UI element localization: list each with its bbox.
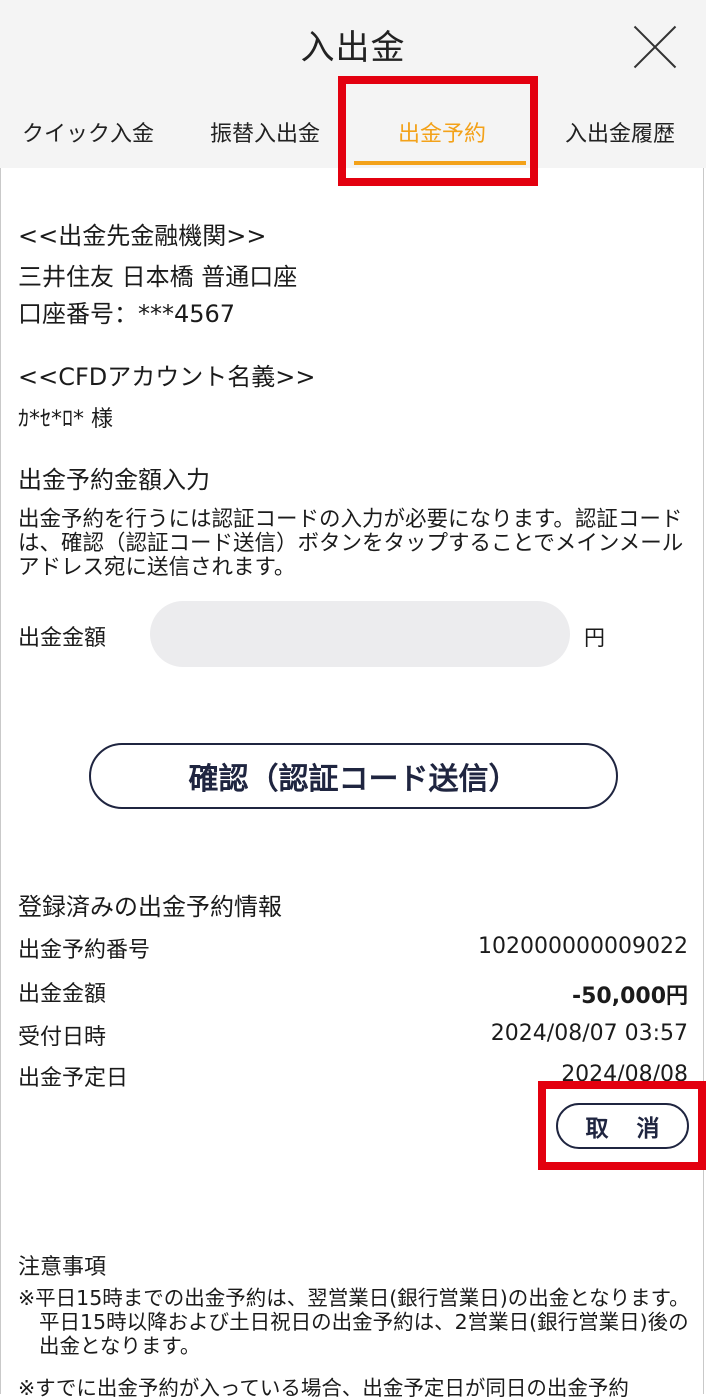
highlight-box-cancel — [538, 1081, 706, 1170]
withdraw-amount-value: -50,000円 — [571, 984, 688, 1009]
confirm-send-code-button[interactable]: 確認（認証コード送信） — [89, 743, 618, 809]
note-item: ※平日15時までの出金予約は、翌営業日(銀行営業日)の出金となります。平日15時… — [18, 1286, 690, 1358]
yen-unit: 円 — [584, 626, 605, 650]
bank-heading: <<出金先金融機関>> — [18, 222, 267, 250]
bank-account-number: 口座番号：***4567 — [18, 300, 236, 328]
received-datetime-label: 受付日時 — [18, 1025, 107, 1050]
received-datetime-value: 2024/08/07 03:57 — [490, 1021, 688, 1046]
amount-input[interactable] — [150, 601, 570, 667]
scheduled-date-label: 出金予定日 — [18, 1066, 129, 1091]
highlight-box-tab — [338, 76, 538, 186]
tab-quick-deposit[interactable]: クイック入金 — [22, 116, 154, 148]
bank-name: 三井住友 日本橋 普通口座 — [18, 263, 298, 291]
page-title: 入出金 — [300, 28, 406, 68]
tab-history[interactable]: 入出金履歴 — [565, 116, 675, 148]
page-frame — [0, 0, 704, 1394]
reservation-number-value: 102000000009022 — [478, 934, 688, 959]
auth-code-description: 出金予約を行うには認証コードの入力が必要になります。認証コードは、確認（認証コー… — [18, 507, 684, 580]
amount-label: 出金金額 — [18, 626, 107, 651]
withdraw-amount-label: 出金金額 — [18, 982, 107, 1007]
notes-heading: 注意事項 — [18, 1255, 107, 1280]
note-item: ※すでに出金予約が入っている場合、出金予定日が同日の出金予約 — [18, 1376, 629, 1400]
close-icon[interactable] — [632, 24, 678, 70]
account-holder: ｶ*ｾ*ﾛ* 様 — [18, 407, 113, 432]
tab-transfer[interactable]: 振替入出金 — [210, 116, 320, 148]
account-heading: <<CFDアカウント名義>> — [18, 363, 316, 391]
reservation-number-label: 出金予約番号 — [18, 938, 151, 963]
registered-heading: 登録済みの出金予約情報 — [18, 893, 282, 921]
withdraw-input-heading: 出金予約金額入力 — [18, 466, 210, 494]
